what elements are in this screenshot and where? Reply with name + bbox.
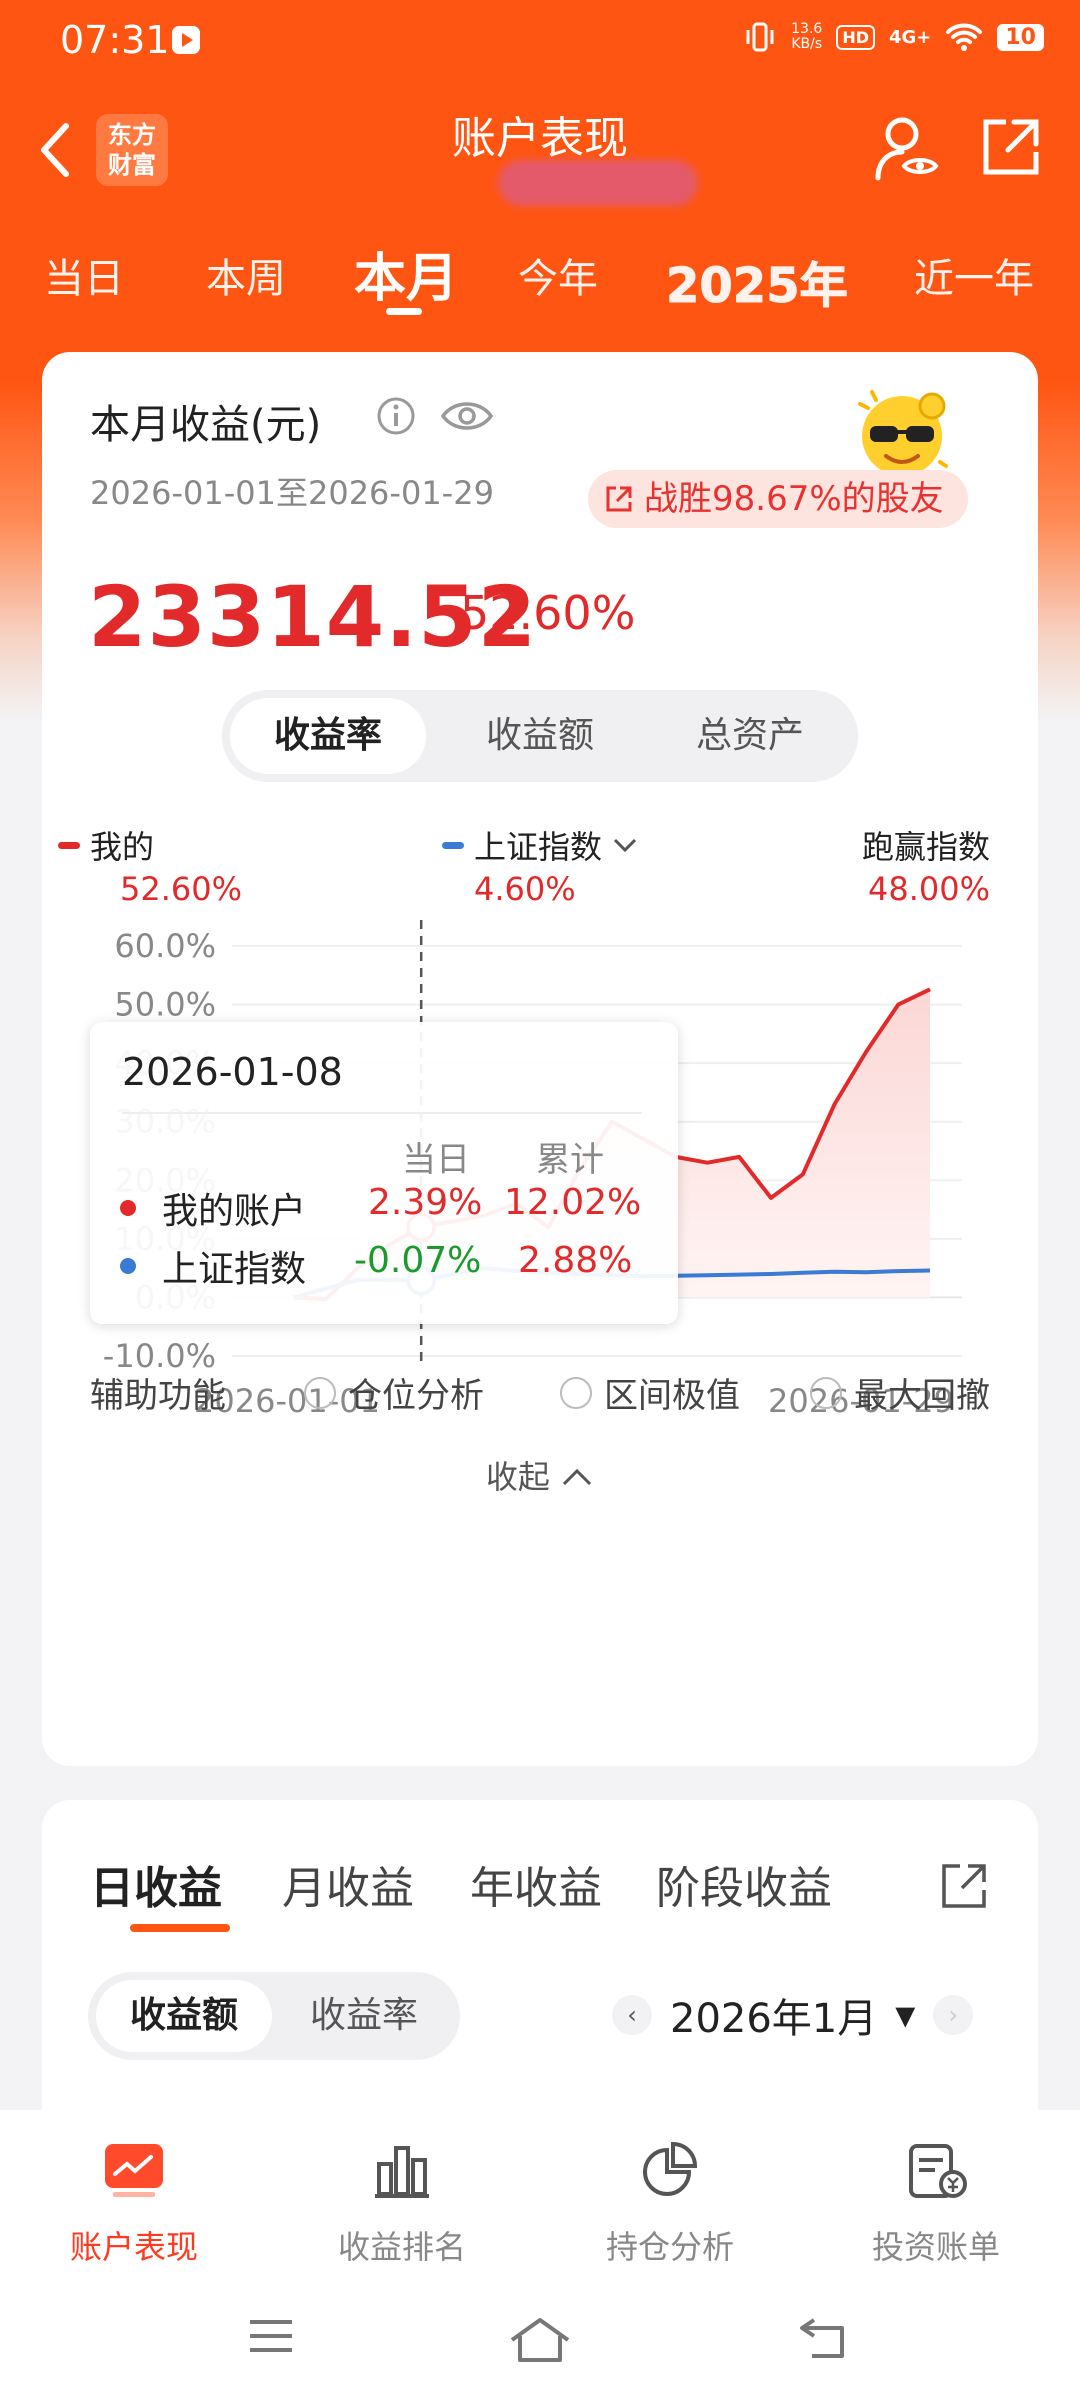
- radio-icon: [560, 1376, 592, 1409]
- tooltip-mine-day: 2.39%: [368, 1182, 483, 1223]
- share-icon[interactable]: [938, 1860, 990, 1912]
- user-view-icon[interactable]: [874, 114, 942, 184]
- collapse-button[interactable]: 收起: [42, 1452, 1038, 1498]
- tab-yearly-profit[interactable]: 年收益: [470, 1852, 602, 1916]
- y-tick-label: 50.0%: [114, 986, 216, 1024]
- pie-chart-icon: [643, 2141, 698, 2196]
- tooltip-row-index: 上证指数: [120, 1240, 306, 1292]
- legend-mine: 我的: [58, 822, 154, 868]
- active-tab-indicator: [386, 308, 422, 315]
- signal-icon: 4G+: [888, 26, 932, 48]
- caret-down-icon: ▾: [895, 1992, 916, 2038]
- home-icon[interactable]: [508, 2316, 572, 2364]
- aux-range-extremes[interactable]: 区间极值: [560, 1368, 740, 1417]
- eye-icon[interactable]: [440, 398, 494, 434]
- back-nav-icon[interactable]: [796, 2316, 850, 2360]
- y-tick-label: 60.0%: [114, 927, 216, 965]
- legend-index-value: 4.60%: [474, 870, 576, 908]
- nav-investment-bill[interactable]: 投资账单: [826, 2142, 1046, 2268]
- tab-stage-profit[interactable]: 阶段收益: [656, 1852, 832, 1916]
- nav-account-performance[interactable]: 账户表现: [24, 2142, 244, 2268]
- tooltip-mine-total: 12.02%: [504, 1182, 642, 1223]
- legend-index-marker: [442, 841, 464, 849]
- tooltip-divider: [122, 1112, 642, 1114]
- app-header: 东方 财富 账户表现: [0, 90, 1080, 210]
- share-small-icon: [606, 486, 632, 512]
- nav-profit-ranking[interactable]: 收益排名: [292, 2142, 512, 2268]
- period-tabs: 当日 本周 本月 今年 2025年 近一年: [0, 236, 1080, 316]
- battery-icon: 10: [997, 23, 1044, 51]
- tab-daily-profit[interactable]: 日收益: [90, 1852, 222, 1916]
- legend-mine-value: 52.60%: [120, 870, 243, 908]
- tab-today[interactable]: 当日: [44, 246, 124, 304]
- metric-toggle: 收益率 收益额 总资产: [222, 690, 858, 782]
- menu-icon[interactable]: [246, 2316, 296, 2356]
- tab-last-year[interactable]: 近一年: [914, 246, 1034, 304]
- wifi-icon: [946, 23, 983, 51]
- tab-monthly-profit[interactable]: 月收益: [282, 1852, 414, 1916]
- bar-chart-icon: [375, 2146, 429, 2198]
- card-title: 本月收益(元): [90, 402, 322, 448]
- masked-account-name: [498, 160, 698, 206]
- tab-year[interactable]: 今年: [518, 246, 598, 304]
- aux-position-analysis[interactable]: 仓位分析: [304, 1368, 484, 1417]
- beat-text: 战胜98.67%的股友: [644, 479, 944, 519]
- date-range: 2026-01-01至2026-01-29: [90, 474, 494, 512]
- month-label[interactable]: 2026年1月: [670, 1986, 877, 2044]
- tooltip-date: 2026-01-08: [122, 1050, 343, 1094]
- bottom-navigation: 账户表现 收益排名 持仓分析 投资账单: [0, 2110, 1080, 2408]
- chart-tooltip: 2026-01-08 当日 累计 我的账户 2.39% 12.02% 上证指数 …: [90, 1022, 678, 1324]
- status-bar: 07:31 13.6 KB/s HD 4G+ 10: [0, 0, 1080, 84]
- tooltip-index-day: -0.07%: [354, 1240, 482, 1281]
- bill-icon: [909, 2144, 967, 2198]
- share-icon[interactable]: [980, 116, 1042, 178]
- toggle-total-assets[interactable]: 总资产: [652, 698, 848, 774]
- beat-ratio-badge[interactable]: 战胜98.67%的股友: [588, 470, 968, 528]
- profit-metric-toggle: 收益额 收益率: [88, 1972, 460, 2060]
- tooltip-row-mine: 我的账户: [120, 1182, 306, 1234]
- tab-2025[interactable]: 2025年: [666, 246, 849, 316]
- toggle-profit-rate[interactable]: 收益率: [276, 1980, 452, 2052]
- active-tab-indicator: [130, 1924, 230, 1932]
- performance-icon: [105, 2144, 163, 2197]
- radio-icon: [810, 1376, 842, 1409]
- tooltip-col-day: 当日: [402, 1140, 470, 1180]
- legend-excess: 跑赢指数: [862, 828, 991, 866]
- aux-max-drawdown[interactable]: 最大回撤: [810, 1368, 990, 1417]
- legend-mine-marker: [58, 841, 80, 849]
- month-picker[interactable]: ‹ 2026年1月 ▾ ›: [612, 1986, 974, 2044]
- legend-index[interactable]: 上证指数: [442, 822, 638, 868]
- status-icons: 13.6 KB/s HD 4G+ 10: [743, 22, 1044, 52]
- next-month-icon[interactable]: ›: [933, 1995, 974, 2035]
- chevron-up-icon: [563, 1468, 592, 1486]
- tooltip-col-total: 累计: [536, 1140, 604, 1180]
- nav-holdings-analysis[interactable]: 持仓分析: [560, 2141, 780, 2268]
- net-speed: 13.6 KB/s: [791, 21, 823, 52]
- toggle-return-rate[interactable]: 收益率: [230, 698, 426, 774]
- profit-percent: 52.60%: [460, 586, 636, 640]
- status-time: 07:31: [60, 18, 170, 62]
- radio-icon: [304, 1376, 336, 1409]
- aux-functions: 辅助功能 仓位分析 区间极值 最大回撤: [90, 1368, 1010, 1428]
- prev-month-icon[interactable]: ‹: [612, 1995, 652, 2035]
- hd-icon: HD: [836, 24, 875, 50]
- tab-month[interactable]: 本月: [354, 236, 458, 311]
- aux-label: 辅助功能: [90, 1376, 226, 1416]
- monthly-profit-card: 本月收益(元) 2026-01-01至2026-01-29 战胜98.67%的股…: [42, 352, 1038, 1766]
- info-icon[interactable]: [376, 396, 416, 436]
- toggle-return-amount[interactable]: 收益额: [442, 698, 638, 774]
- tab-week[interactable]: 本周: [206, 246, 286, 304]
- legend-excess-value: 48.00%: [868, 870, 991, 908]
- vibrate-icon: [746, 22, 774, 52]
- app-notification-icon: [172, 26, 200, 54]
- chevron-down-icon: [613, 838, 637, 853]
- toggle-profit-amount[interactable]: 收益额: [96, 1980, 272, 2052]
- tooltip-index-total: 2.88%: [518, 1240, 633, 1281]
